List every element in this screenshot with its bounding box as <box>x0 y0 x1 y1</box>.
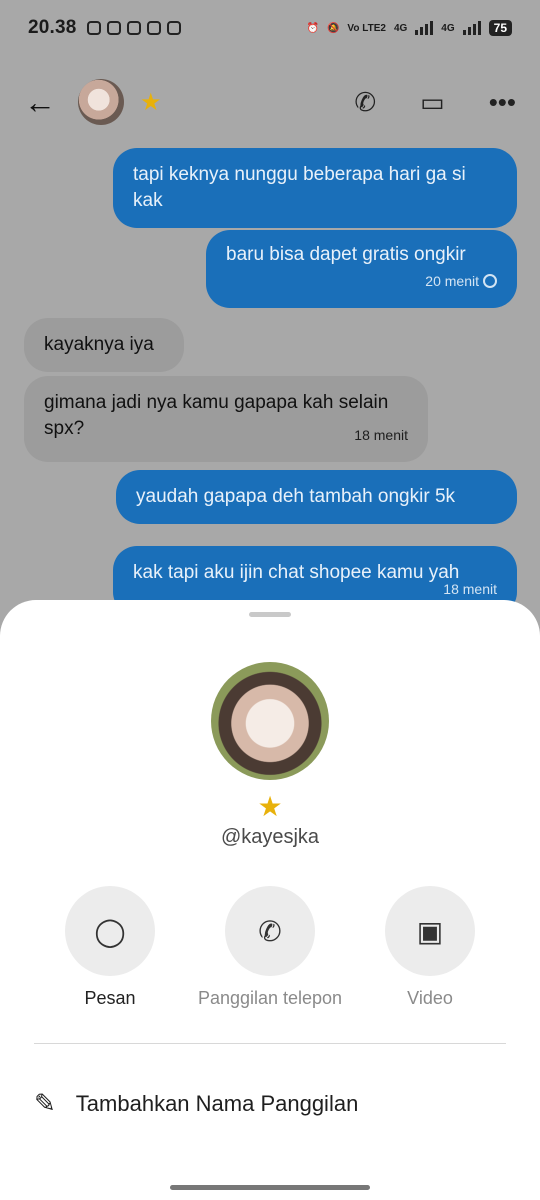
back-arrow-icon[interactable]: ← <box>24 84 64 121</box>
message-bubble[interactable]: yaudah gapapa deh tambah ongkir 5k <box>116 470 517 524</box>
chat-header: ← ★ ✆ ▭ ••• <box>0 70 540 134</box>
divider <box>34 1043 506 1044</box>
read-check-icon <box>483 274 497 288</box>
video-camera-icon[interactable]: ▭ <box>420 87 445 118</box>
youtube-icon <box>166 21 181 35</box>
message-time: 18 menit <box>354 427 408 443</box>
username: @kayesjka <box>220 826 320 848</box>
chat-icon <box>126 21 141 35</box>
message-time: 18 menit <box>443 581 497 597</box>
message-text: kayaknya iya <box>44 334 154 355</box>
message-meta: 20 menit <box>226 268 497 294</box>
star-icon: ★ <box>140 88 162 116</box>
message-time: 20 menit <box>425 273 479 289</box>
home-indicator[interactable] <box>170 1185 370 1190</box>
more-dots-icon[interactable]: ••• <box>489 87 516 118</box>
star-icon: ★ <box>257 791 283 822</box>
message-text: yaudah gapapa deh tambah ongkir 5k <box>136 486 456 507</box>
add-nickname-button[interactable]: ✎ Tambahkan Nama Panggilan <box>34 1088 358 1119</box>
phone-icon[interactable]: ✆ <box>225 886 315 976</box>
network-type-1: 4G <box>393 22 408 34</box>
message-bubble[interactable]: tapi keknya nunggu beberapa hari ga si k… <box>113 148 517 228</box>
system-icons: ⏰ 🔕 Vo LTE2 4G 4G 75 <box>307 20 512 36</box>
volte-label: Vo LTE2 <box>347 22 386 34</box>
video-camera-icon[interactable]: ▣ <box>385 886 475 976</box>
avatar[interactable] <box>78 79 124 125</box>
status-bar: 20.38 ⏰ 🔕 Vo LTE2 4G 4G 75 <box>0 0 540 56</box>
signal-icon-2 <box>462 21 481 35</box>
message-text: baru bisa dapet gratis ongkir <box>226 244 466 265</box>
message-text: tapi keknya nunggu beberapa hari ga si k… <box>133 164 466 211</box>
profile-bottom-sheet: ★ @kayesjka ◯ Pesan ✆ Panggilan telepon … <box>0 600 540 1200</box>
sheet-drag-handle[interactable] <box>249 612 291 617</box>
instagram-icon <box>146 21 161 35</box>
shopping-bag-icon <box>106 21 121 35</box>
message-bubble[interactable]: baru bisa dapet gratis ongkir 20 menit <box>206 230 517 308</box>
message-meta: 18 menit <box>44 422 408 448</box>
message-bubble[interactable]: kayaknya iya <box>24 318 184 372</box>
video-call-label: Video <box>407 988 453 1008</box>
signal-icon <box>415 21 434 35</box>
message-meta: 18 menit <box>133 576 497 602</box>
alarm-icon: ⏰ <box>306 22 319 34</box>
message-icon[interactable]: ◯ <box>65 886 155 976</box>
add-nickname-label: Tambahkan Nama Panggilan <box>75 1090 359 1116</box>
pencil-icon: ✎ <box>34 1088 56 1118</box>
battery-indicator: 75 <box>488 20 512 36</box>
network-type-2: 4G <box>441 22 455 34</box>
mute-icon: 🔕 <box>326 22 340 34</box>
phone-icon[interactable]: ✆ <box>354 87 376 118</box>
message-bubble[interactable]: gimana jadi nya kamu gapapa kah selain s… <box>24 376 428 462</box>
profile-avatar[interactable] <box>211 662 329 780</box>
whatsapp-icon <box>86 21 101 35</box>
video-call-button[interactable]: ▣ Video <box>330 886 530 1009</box>
clock: 20.38 <box>28 17 77 38</box>
notification-icons <box>86 21 181 35</box>
